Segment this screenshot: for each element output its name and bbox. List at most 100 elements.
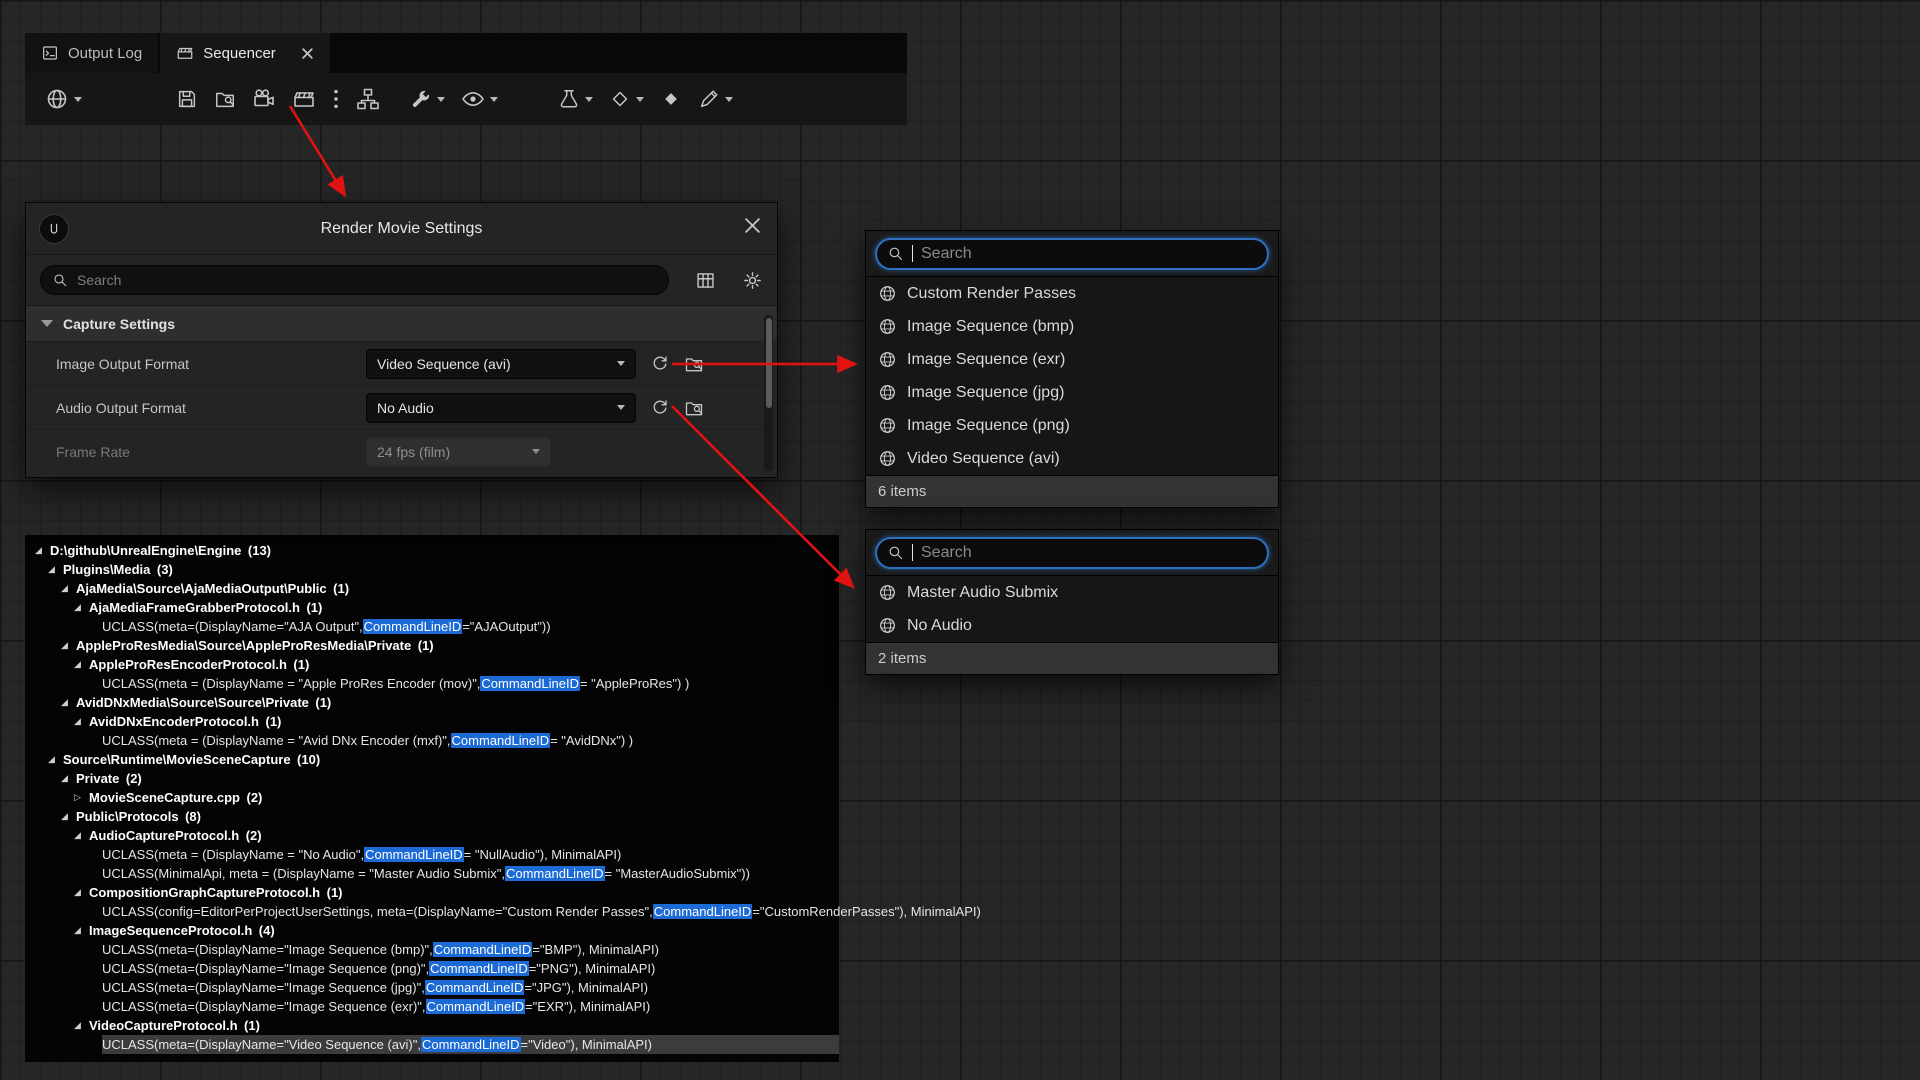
code-result-row[interactable]: UCLASS(meta=(DisplayName="AJA Output", C… <box>25 617 839 636</box>
tree-folder-row[interactable]: ◢Public\Protocols (8) <box>25 807 839 826</box>
dropdown-option[interactable]: Image Sequence (exr) <box>866 343 1278 376</box>
property-label: Frame Rate <box>56 444 366 460</box>
code-result-row[interactable]: UCLASS(meta=(DisplayName="Image Sequence… <box>25 959 839 978</box>
dropdown-value: No Audio <box>377 400 434 416</box>
expanded-arrow-icon[interactable]: ◢ <box>61 774 76 784</box>
keyframe-options-icon[interactable] <box>609 82 644 116</box>
tree-folder-row[interactable]: ◢AvidDNxEncoderProtocol.h (1) <box>25 712 839 731</box>
code-text: UCLASS(meta = (DisplayName = "Apple ProR… <box>102 676 480 691</box>
collapsed-arrow-icon[interactable]: ▷ <box>74 793 89 803</box>
use-selected-icon[interactable] <box>650 398 670 418</box>
auto-key-icon[interactable] <box>660 82 682 116</box>
code-result-row[interactable]: UCLASS(meta=(DisplayName="Image Sequence… <box>25 978 839 997</box>
tab-label: Sequencer <box>203 45 276 62</box>
item-count: 2 items <box>878 650 926 667</box>
expanded-arrow-icon[interactable]: ◢ <box>61 698 76 708</box>
chevron-down-icon <box>532 449 540 454</box>
tree-folder-row[interactable]: ◢CompositionGraphCaptureProtocol.h (1) <box>25 883 839 902</box>
create-camera-icon[interactable] <box>252 82 276 116</box>
tree-folder-row[interactable]: ◢VideoCaptureProtocol.h (1) <box>25 1016 839 1035</box>
tree-folder-row[interactable]: ◢AudioCaptureProtocol.h (2) <box>25 826 839 845</box>
code-result-row[interactable]: UCLASS(config=EditorPerProjectUserSettin… <box>25 902 839 921</box>
tree-folder-row[interactable]: ◢D:\github\UnrealEngine\Engine (13) <box>25 541 839 560</box>
expanded-arrow-icon[interactable]: ◢ <box>48 755 63 765</box>
tree-folder-row[interactable]: ◢AvidDNxMedia\Source\Source\Private (1) <box>25 693 839 712</box>
text-caret <box>912 245 913 262</box>
tree-folder-row[interactable]: ◢Private (2) <box>25 769 839 788</box>
render-movie-settings-dialog: Render Movie Settings Search Capture Set… <box>25 202 778 478</box>
tree-folder-row[interactable]: ▷MovieSceneCapture.cpp (2) <box>25 788 839 807</box>
tab-sequencer[interactable]: Sequencer <box>160 33 330 73</box>
code-text: ="CustomRenderPasses"), MinimalAPI) <box>752 904 981 919</box>
dialog-scrollbar[interactable] <box>764 315 773 471</box>
code-result-row[interactable]: UCLASS(meta = (DisplayName = "Avid DNx E… <box>25 731 839 750</box>
expanded-arrow-icon[interactable]: ◢ <box>48 565 63 575</box>
options-ellipsis-icon[interactable] <box>332 82 340 116</box>
search-match-highlight: CommandLineID <box>421 1037 521 1052</box>
settings-gear-icon[interactable] <box>742 270 763 291</box>
expanded-arrow-icon[interactable]: ◢ <box>74 603 89 613</box>
folder-label: Plugins\Media (3) <box>63 562 173 577</box>
playback-options-icon[interactable] <box>558 82 593 116</box>
image-output-format-dropdown[interactable]: Video Sequence (avi) <box>366 349 636 379</box>
code-result-row[interactable]: UCLASS(meta=(DisplayName="Image Sequence… <box>25 997 839 1016</box>
scrollbar-thumb[interactable] <box>766 318 772 408</box>
dropdown-option[interactable]: Image Sequence (jpg) <box>866 376 1278 409</box>
tree-folder-row[interactable]: ◢AjaMedia\Source\AjaMediaOutput\Public (… <box>25 579 839 598</box>
browse-asset-icon[interactable] <box>684 398 704 418</box>
expanded-arrow-icon[interactable]: ◢ <box>74 660 89 670</box>
close-tab-icon[interactable] <box>301 47 314 60</box>
capture-settings-section-header[interactable]: Capture Settings <box>26 305 777 341</box>
dialog-header: Render Movie Settings <box>26 203 777 255</box>
expanded-arrow-icon[interactable]: ◢ <box>61 812 76 822</box>
code-text: = "MasterAudioSubmix")) <box>605 866 750 881</box>
column-view-icon[interactable] <box>695 270 716 291</box>
dropdown-option[interactable]: Custom Render Passes <box>866 277 1278 310</box>
audio-output-format-dropdown[interactable]: No Audio <box>366 393 636 423</box>
popup-search-input[interactable]: Search <box>875 238 1269 270</box>
search-match-highlight: CommandLineID <box>451 733 551 748</box>
view-options-eye-icon[interactable] <box>461 82 498 116</box>
code-result-row[interactable]: UCLASS(meta = (DisplayName = "No Audio",… <box>25 845 839 864</box>
close-dialog-icon[interactable] <box>744 217 761 239</box>
code-result-row[interactable]: UCLASS(meta = (DisplayName = "Apple ProR… <box>25 674 839 693</box>
expanded-arrow-icon[interactable]: ◢ <box>74 831 89 841</box>
code-result-row[interactable]: UCLASS(MinimalApi, meta = (DisplayName =… <box>25 864 839 883</box>
expanded-arrow-icon[interactable]: ◢ <box>74 1021 89 1031</box>
expanded-arrow-icon[interactable]: ◢ <box>61 584 76 594</box>
tree-folder-row[interactable]: ◢Plugins\Media (3) <box>25 560 839 579</box>
code-result-row[interactable]: UCLASS(meta=(DisplayName="Video Sequence… <box>25 1035 839 1054</box>
folder-label: VideoCaptureProtocol.h (1) <box>89 1018 260 1033</box>
expanded-arrow-icon[interactable]: ◢ <box>61 641 76 651</box>
expanded-arrow-icon[interactable]: ◢ <box>35 546 50 556</box>
curve-pen-icon[interactable] <box>698 82 733 116</box>
expanded-arrow-icon[interactable]: ◢ <box>74 717 89 727</box>
expanded-arrow-icon[interactable]: ◢ <box>74 926 89 936</box>
dropdown-option[interactable]: No Audio <box>866 609 1278 642</box>
use-selected-icon[interactable] <box>650 354 670 374</box>
find-in-content-browser-icon[interactable] <box>214 82 236 116</box>
tree-folder-row[interactable]: ◢AppleProResEncoderProtocol.h (1) <box>25 655 839 674</box>
sequencer-hierarchy-icon[interactable] <box>356 82 380 116</box>
popup-search-input[interactable]: Search <box>875 537 1269 569</box>
option-label: Image Sequence (bmp) <box>907 318 1074 336</box>
dropdown-option[interactable]: Video Sequence (avi) <box>866 442 1278 475</box>
sequencer-panel: Output Log Sequencer <box>25 33 907 125</box>
dropdown-option[interactable]: Image Sequence (bmp) <box>866 310 1278 343</box>
dropdown-option[interactable]: Master Audio Submix <box>866 576 1278 609</box>
browse-asset-icon[interactable] <box>684 354 704 374</box>
tree-folder-row[interactable]: ◢AjaMediaFrameGrabberProtocol.h (1) <box>25 598 839 617</box>
render-movie-icon[interactable] <box>292 82 316 116</box>
tree-folder-row[interactable]: ◢Source\Runtime\MovieSceneCapture (10) <box>25 750 839 769</box>
tab-output-log[interactable]: Output Log <box>25 33 158 73</box>
actions-wrench-icon[interactable] <box>410 82 445 116</box>
expanded-arrow-icon[interactable]: ◢ <box>74 888 89 898</box>
tree-folder-row[interactable]: ◢ImageSequenceProtocol.h (4) <box>25 921 839 940</box>
code-result-row[interactable]: UCLASS(meta=(DisplayName="Image Sequence… <box>25 940 839 959</box>
world-icon[interactable] <box>45 82 82 116</box>
tree-folder-row[interactable]: ◢AppleProResMedia\Source\AppleProResMedi… <box>25 636 839 655</box>
save-icon[interactable] <box>176 82 198 116</box>
settings-search-input[interactable]: Search <box>40 265 669 295</box>
dropdown-option[interactable]: Image Sequence (png) <box>866 409 1278 442</box>
property-row-frame-rate: Frame Rate 24 fps (film) <box>26 429 777 473</box>
